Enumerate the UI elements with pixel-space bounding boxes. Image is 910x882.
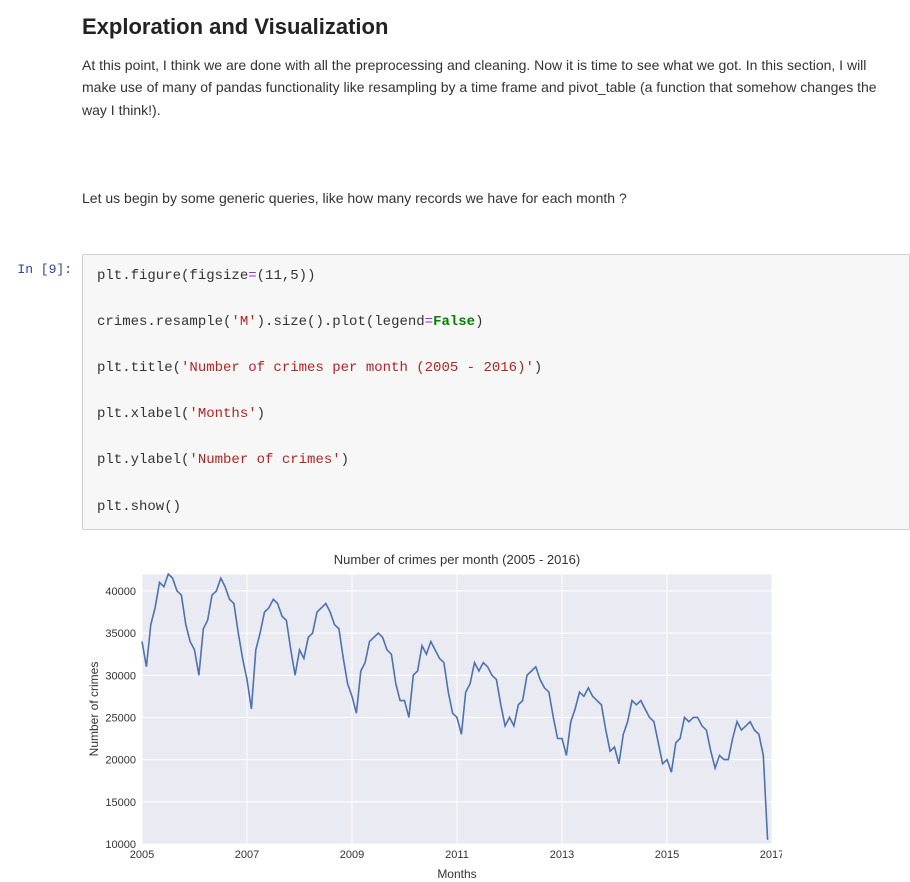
svg-text:2013: 2013	[550, 849, 574, 861]
code-token: plt.title(	[97, 360, 181, 376]
markdown-cell: Exploration and Visualization At this po…	[0, 0, 910, 236]
svg-text:15000: 15000	[105, 796, 136, 808]
code-token: 'Number of crimes per month (2005 - 2016…	[181, 360, 534, 376]
svg-text:30000: 30000	[105, 670, 136, 682]
input-prompt: In [9]:	[0, 254, 82, 277]
paragraph-2: Let us begin by some generic queries, li…	[82, 187, 896, 209]
code-token: 'Number of crimes'	[189, 452, 340, 468]
section-heading: Exploration and Visualization	[82, 14, 896, 40]
svg-text:Number of crimes per month (20: Number of crimes per month (2005 - 2016)	[334, 552, 580, 567]
code-token: plt.figure(figsize	[97, 268, 248, 284]
svg-text:2009: 2009	[340, 849, 364, 861]
code-token: )	[257, 406, 265, 422]
code-token: ).size().plot(legend	[257, 314, 425, 330]
code-token: False	[433, 314, 475, 330]
code-token: ,	[282, 268, 290, 284]
code-input[interactable]: plt.figure(figsize=(11,5)) crimes.resamp…	[82, 254, 910, 530]
code-cell: In [9]: plt.figure(figsize=(11,5)) crime…	[0, 254, 910, 530]
code-token: (	[257, 268, 265, 284]
svg-text:Number of crimes: Number of crimes	[87, 661, 101, 756]
code-token: )	[475, 314, 483, 330]
code-token: =	[248, 268, 256, 284]
code-token: )	[341, 452, 349, 468]
line-chart: Number of crimes per month (2005 - 2016)…	[82, 552, 782, 882]
chart-output: Number of crimes per month (2005 - 2016)…	[82, 552, 910, 882]
svg-text:2017: 2017	[760, 849, 782, 861]
svg-text:2007: 2007	[235, 849, 259, 861]
code-token: 'M'	[231, 314, 256, 330]
svg-text:25000: 25000	[105, 712, 136, 724]
svg-text:2011: 2011	[445, 849, 469, 861]
code-token: crimes.resample(	[97, 314, 231, 330]
code-token: 'Months'	[189, 406, 256, 422]
code-token: )	[534, 360, 542, 376]
svg-text:Months: Months	[437, 867, 476, 881]
svg-text:20000: 20000	[105, 754, 136, 766]
blank-spacer	[82, 133, 896, 187]
svg-text:35000: 35000	[105, 628, 136, 640]
code-token: 5	[290, 268, 298, 284]
code-token: plt.xlabel(	[97, 406, 189, 422]
code-token: plt.show()	[97, 499, 181, 515]
code-token: 11	[265, 268, 282, 284]
code-token: plt.ylabel(	[97, 452, 189, 468]
svg-text:2015: 2015	[655, 849, 679, 861]
code-token: ))	[299, 268, 316, 284]
svg-text:2005: 2005	[130, 849, 154, 861]
code-token: =	[425, 314, 433, 330]
svg-text:40000: 40000	[105, 585, 136, 597]
paragraph-1: At this point, I think we are done with …	[82, 54, 896, 121]
